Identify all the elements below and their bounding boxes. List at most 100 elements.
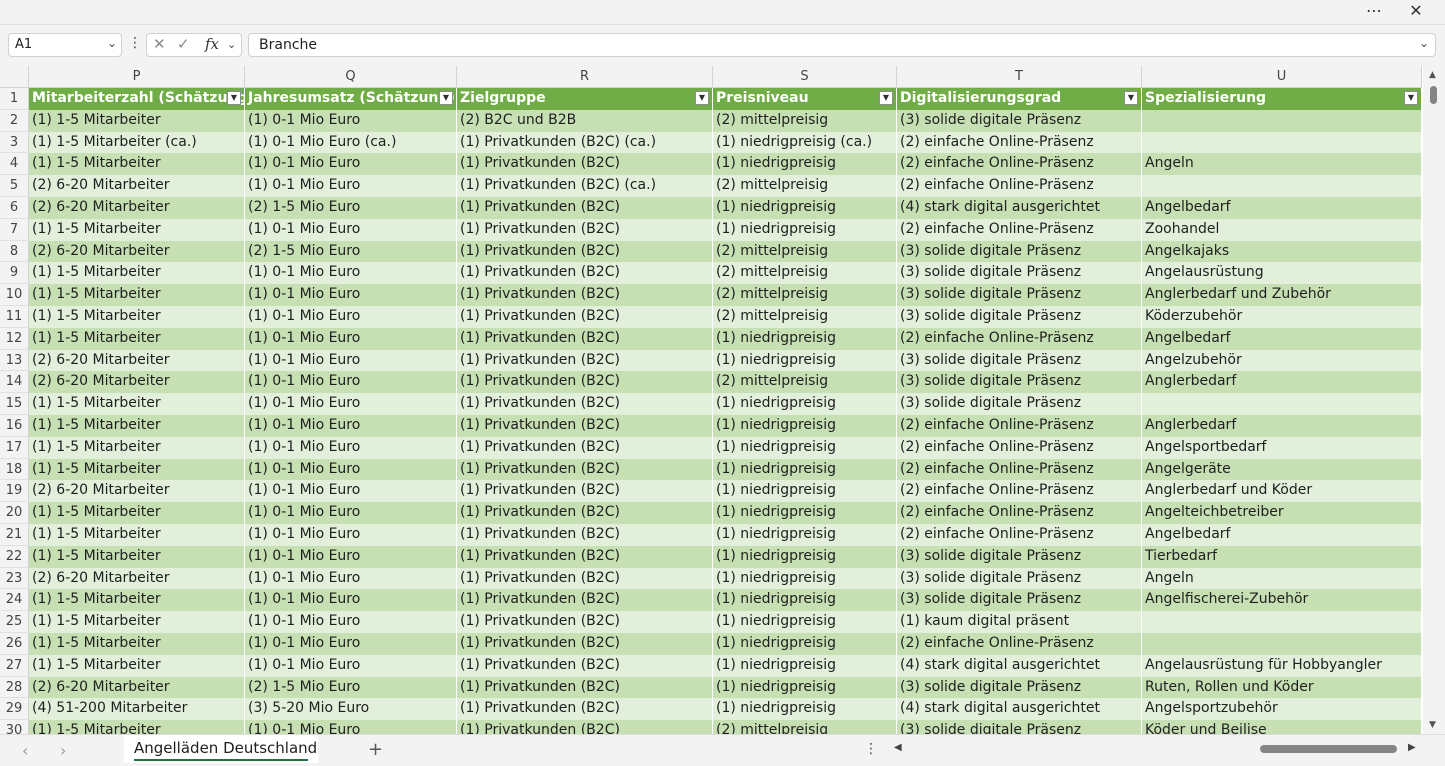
table-cell[interactable]: (2) mittelpreisig — [713, 109, 897, 132]
table-cell[interactable]: Tierbedarf — [1142, 545, 1422, 568]
table-cell[interactable]: (4) stark digital ausgerichtet — [897, 654, 1142, 677]
row-header[interactable]: 24 — [0, 589, 29, 612]
table-cell[interactable]: (2) 6-20 Mitarbeiter — [29, 371, 245, 394]
vertical-ellipsis-icon[interactable]: ⋮ — [128, 35, 142, 51]
table-cell[interactable] — [1142, 109, 1422, 132]
table-cell[interactable]: Anglerbedarf und Zubehör — [1142, 284, 1422, 306]
table-cell[interactable]: (1) 0-1 Mio Euro — [245, 524, 457, 546]
table-cell[interactable]: (1) Privatkunden (B2C) — [457, 240, 713, 263]
table-cell[interactable]: (1) 0-1 Mio Euro — [245, 109, 457, 132]
table-cell[interactable]: (1) niedrigpreisig (ca.) — [713, 131, 897, 154]
table-cell[interactable]: Anglerbedarf und Köder — [1142, 480, 1422, 503]
table-cell[interactable]: (2) einfache Online-Präsenz — [897, 458, 1142, 481]
row-header[interactable]: 4 — [0, 153, 29, 176]
table-cell[interactable]: Angelsportzubehör — [1142, 698, 1422, 721]
table-cell[interactable]: (1) niedrigpreisig — [713, 327, 897, 350]
table-cell[interactable]: (1) 0-1 Mio Euro — [245, 306, 457, 328]
table-cell[interactable]: (1) 1-5 Mitarbeiter — [29, 502, 245, 524]
table-cell[interactable]: (1) niedrigpreisig — [713, 567, 897, 590]
table-cell[interactable]: (3) solide digitale Präsenz — [897, 676, 1142, 699]
table-cell[interactable] — [1142, 393, 1422, 415]
table-cell[interactable]: (3) solide digitale Präsenz — [897, 393, 1142, 415]
scroll-up-icon[interactable]: ▲ — [1429, 70, 1436, 80]
table-cell[interactable]: (1) 0-1 Mio Euro — [245, 502, 457, 524]
table-cell[interactable]: (2) mittelpreisig — [713, 175, 897, 197]
table-cell[interactable]: (1) 1-5 Mitarbeiter — [29, 589, 245, 612]
table-header-cell[interactable]: Digitalisierungsgrad ▼ — [897, 88, 1142, 110]
dropdown-filter-icon[interactable]: ▼ — [1404, 91, 1418, 105]
table-cell[interactable]: Köder und Beilise — [1142, 720, 1422, 734]
row-header[interactable]: 3 — [0, 131, 29, 154]
table-cell[interactable]: (1) Privatkunden (B2C) — [457, 284, 713, 306]
table-cell[interactable]: (2) einfache Online-Präsenz — [897, 175, 1142, 197]
table-cell[interactable]: (1) 0-1 Mio Euro (ca.) — [245, 131, 457, 154]
column-header-t[interactable]: T — [897, 66, 1142, 88]
table-cell[interactable]: (1) niedrigpreisig — [713, 393, 897, 415]
column-header-s[interactable]: S — [713, 66, 897, 88]
table-cell[interactable]: Angelbedarf — [1142, 524, 1422, 546]
row-header[interactable]: 14 — [0, 371, 29, 394]
name-box[interactable]: A1 ⌄ — [8, 33, 122, 57]
horizontal-scroll-thumb[interactable] — [1260, 745, 1397, 753]
column-header-u[interactable]: U — [1142, 66, 1422, 88]
table-cell[interactable]: (2) 6-20 Mitarbeiter — [29, 349, 245, 372]
table-cell[interactable]: (2) 1-5 Mio Euro — [245, 676, 457, 699]
table-cell[interactable]: (2) 6-20 Mitarbeiter — [29, 567, 245, 590]
table-cell[interactable]: Angeln — [1142, 153, 1422, 176]
dropdown-filter-icon[interactable]: ▼ — [1124, 91, 1138, 105]
table-cell[interactable]: (1) 0-1 Mio Euro — [245, 633, 457, 655]
table-cell[interactable]: (2) B2C und B2B — [457, 109, 713, 132]
table-cell[interactable]: (1) 0-1 Mio Euro — [245, 262, 457, 285]
dropdown-filter-icon[interactable]: ▼ — [879, 91, 893, 105]
table-cell[interactable]: (3) solide digitale Präsenz — [897, 589, 1142, 612]
table-cell[interactable]: (1) niedrigpreisig — [713, 458, 897, 481]
table-cell[interactable]: (2) mittelpreisig — [713, 720, 897, 734]
spreadsheet-grid[interactable]: P Q R S T U 1 Mitarbeiterzahl (Schätzung) ▼ Jahre… — [0, 66, 1423, 734]
table-cell[interactable] — [1142, 131, 1422, 154]
table-cell[interactable]: (2) mittelpreisig — [713, 306, 897, 328]
table-cell[interactable]: (1) Privatkunden (B2C) — [457, 218, 713, 241]
table-cell[interactable]: (2) 6-20 Mitarbeiter — [29, 175, 245, 197]
table-cell[interactable]: (1) Privatkunden (B2C) — [457, 676, 713, 699]
table-cell[interactable]: (1) 1-5 Mitarbeiter — [29, 327, 245, 350]
table-cell[interactable]: (1) 0-1 Mio Euro — [245, 415, 457, 437]
table-cell[interactable]: (1) 1-5 Mitarbeiter — [29, 720, 245, 734]
table-cell[interactable]: (3) solide digitale Präsenz — [897, 284, 1142, 306]
table-cell[interactable]: (2) 1-5 Mio Euro — [245, 197, 457, 219]
table-cell[interactable]: (1) Privatkunden (B2C) (ca.) — [457, 131, 713, 154]
row-header[interactable]: 18 — [0, 458, 29, 481]
function-icon[interactable]: fx — [205, 35, 219, 53]
table-cell[interactable]: (1) kaum digital präsent — [897, 611, 1142, 633]
table-cell[interactable]: (1) 1-5 Mitarbeiter — [29, 524, 245, 546]
table-cell[interactable]: (1) niedrigpreisig — [713, 676, 897, 699]
row-header[interactable]: 16 — [0, 415, 29, 437]
table-cell[interactable]: (3) solide digitale Präsenz — [897, 306, 1142, 328]
table-cell[interactable] — [1142, 611, 1422, 633]
table-cell[interactable]: Angeln — [1142, 567, 1422, 590]
table-cell[interactable]: (1) niedrigpreisig — [713, 524, 897, 546]
table-cell[interactable]: (2) einfache Online-Präsenz — [897, 436, 1142, 459]
table-cell[interactable]: (1) 0-1 Mio Euro — [245, 545, 457, 568]
table-cell[interactable]: (3) solide digitale Präsenz — [897, 371, 1142, 394]
table-cell[interactable]: (1) 1-5 Mitarbeiter — [29, 436, 245, 459]
table-cell[interactable]: Angelausrüstung — [1142, 262, 1422, 285]
table-cell[interactable]: (3) solide digitale Präsenz — [897, 720, 1142, 734]
table-cell[interactable]: (4) 51-200 Mitarbeiter — [29, 698, 245, 721]
table-cell[interactable]: (1) 0-1 Mio Euro — [245, 218, 457, 241]
row-header[interactable]: 6 — [0, 197, 29, 219]
table-header-cell[interactable]: Jahresumsatz (Schätzung) ▼ — [245, 88, 457, 110]
row-header[interactable]: 22 — [0, 545, 29, 568]
table-cell[interactable]: (1) Privatkunden (B2C) — [457, 349, 713, 372]
table-cell[interactable]: (1) 0-1 Mio Euro — [245, 153, 457, 176]
table-cell[interactable]: (2) einfache Online-Präsenz — [897, 218, 1142, 241]
table-cell[interactable]: (1) Privatkunden (B2C) (ca.) — [457, 175, 713, 197]
table-cell[interactable]: (1) Privatkunden (B2C) — [457, 436, 713, 459]
table-cell[interactable]: (1) 0-1 Mio Euro — [245, 349, 457, 372]
table-cell[interactable]: (1) Privatkunden (B2C) — [457, 371, 713, 394]
row-header[interactable]: 21 — [0, 524, 29, 546]
table-cell[interactable]: (2) 6-20 Mitarbeiter — [29, 240, 245, 263]
table-cell[interactable]: (3) solide digitale Präsenz — [897, 240, 1142, 263]
table-cell[interactable]: (1) Privatkunden (B2C) — [457, 502, 713, 524]
table-cell[interactable]: (1) Privatkunden (B2C) — [457, 262, 713, 285]
row-header[interactable]: 27 — [0, 654, 29, 677]
